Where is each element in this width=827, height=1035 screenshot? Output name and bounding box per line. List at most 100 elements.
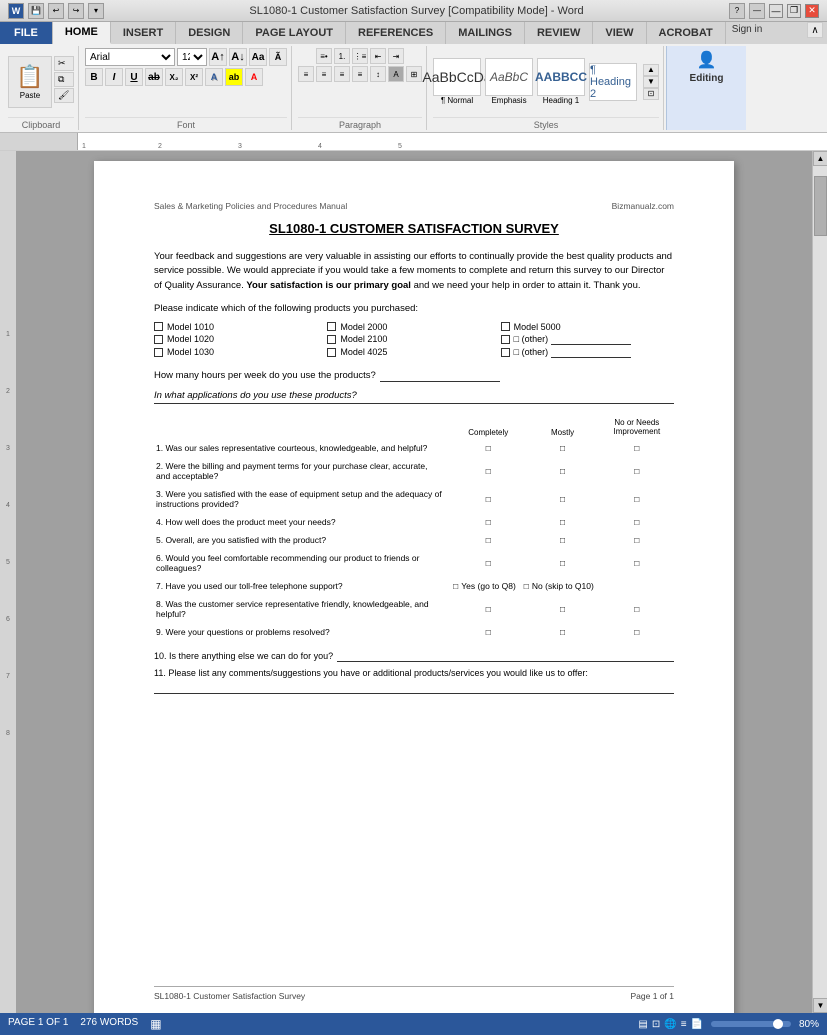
tab-page-layout[interactable]: PAGE LAYOUT [243, 22, 346, 44]
tab-references[interactable]: REFERENCES [346, 22, 446, 44]
change-case-button[interactable]: Aa [249, 48, 267, 66]
undo-icon[interactable]: ↩ [48, 3, 64, 19]
paste-button[interactable]: 📋 Paste [8, 56, 52, 108]
grow-font-button[interactable]: A↑ [209, 48, 227, 66]
q1-no[interactable]: □ [600, 439, 674, 457]
restore-button[interactable]: ❐ [787, 4, 801, 18]
bullets-button[interactable]: ≡• [316, 48, 332, 64]
shading-button[interactable]: A [388, 66, 404, 82]
print-layout-button[interactable]: ▤ [638, 1019, 647, 1030]
q3-no[interactable]: □ [600, 485, 674, 513]
q10-field[interactable] [337, 651, 674, 662]
style-emphasis[interactable]: AaBbC Emphasis [485, 58, 533, 105]
q5-mostly[interactable]: □ [525, 531, 599, 549]
subscript-button[interactable]: X₂ [165, 68, 183, 86]
web-layout-button[interactable]: 🌐 [664, 1019, 676, 1030]
q7-yes-checkbox[interactable]: □ [453, 581, 458, 591]
product-1030-checkbox[interactable] [154, 348, 163, 357]
q3-mostly[interactable]: □ [525, 485, 599, 513]
clear-formatting-button[interactable]: Ã [269, 48, 287, 66]
document[interactable]: Sales & Marketing Policies and Procedure… [94, 161, 734, 1013]
q2-no[interactable]: □ [600, 457, 674, 485]
shrink-font-button[interactable]: A↓ [229, 48, 247, 66]
styles-up-button[interactable]: ▲ [643, 64, 659, 76]
q2-mostly[interactable]: □ [525, 457, 599, 485]
q1-mostly[interactable]: □ [525, 439, 599, 457]
zoom-slider[interactable] [711, 1021, 791, 1027]
tab-design[interactable]: DESIGN [176, 22, 243, 44]
ribbon-collapse-button[interactable]: ∧ [807, 22, 823, 38]
zoom-thumb[interactable] [773, 1019, 783, 1029]
tab-file[interactable]: FILE [0, 22, 53, 44]
q9-mostly[interactable]: □ [525, 623, 599, 641]
q7-no-checkbox[interactable]: □ [524, 581, 529, 591]
superscript-button[interactable]: X² [185, 68, 203, 86]
redo-icon[interactable]: ↪ [68, 3, 84, 19]
q7-no[interactable]: □ No (skip to Q10) [524, 581, 594, 591]
q5-completely[interactable]: □ [451, 531, 525, 549]
q9-no[interactable]: □ [600, 623, 674, 641]
line-spacing-button[interactable]: ↕ [370, 66, 386, 82]
scroll-track[interactable] [813, 166, 827, 998]
q9-completely[interactable]: □ [451, 623, 525, 641]
product-4025-checkbox[interactable] [327, 348, 336, 357]
style-heading2[interactable]: ¶ Heading 2 [589, 63, 637, 101]
product-5000-checkbox[interactable] [501, 322, 510, 331]
scroll-thumb[interactable] [814, 176, 827, 236]
product-1010-checkbox[interactable] [154, 322, 163, 331]
close-button[interactable]: ✕ [805, 4, 819, 18]
cut-button[interactable]: ✂ [54, 56, 74, 71]
product-2000-checkbox[interactable] [327, 322, 336, 331]
styles-more-button[interactable]: ⊡ [643, 88, 659, 100]
numbering-button[interactable]: 1. [334, 48, 350, 64]
align-right-button[interactable]: ≡ [334, 66, 350, 82]
full-screen-button[interactable]: ⊡ [652, 1019, 660, 1030]
copy-button[interactable]: ⧉ [54, 72, 74, 87]
q11-field[interactable] [154, 680, 674, 694]
q4-no[interactable]: □ [600, 513, 674, 531]
text-effects-button[interactable]: A [205, 68, 223, 86]
font-size-select[interactable]: 12 [177, 48, 207, 66]
tab-insert[interactable]: INSERT [111, 22, 176, 44]
borders-button[interactable]: ⊞ [406, 66, 422, 82]
product-1020-checkbox[interactable] [154, 335, 163, 344]
tab-home[interactable]: HOME [53, 22, 111, 44]
q8-completely[interactable]: □ [451, 595, 525, 623]
product-2100-checkbox[interactable] [327, 335, 336, 344]
q8-no[interactable]: □ [600, 595, 674, 623]
format-painter-button[interactable]: 🖌 [54, 88, 74, 103]
tab-view[interactable]: VIEW [593, 22, 646, 44]
tab-mailings[interactable]: MAILINGS [446, 22, 525, 44]
customize-qat-icon[interactable]: ▾ [88, 3, 104, 19]
tab-review[interactable]: REVIEW [525, 22, 593, 44]
q6-no[interactable]: □ [600, 549, 674, 577]
scroll-down-button[interactable]: ▼ [813, 998, 827, 1013]
sign-in-button[interactable]: Sign in [726, 22, 769, 44]
scroll-up-button[interactable]: ▲ [813, 151, 827, 166]
decrease-indent-button[interactable]: ⇤ [370, 48, 386, 64]
ribbon-display-button[interactable]: — [749, 3, 765, 19]
q8-mostly[interactable]: □ [525, 595, 599, 623]
product-other1-checkbox[interactable] [501, 335, 510, 344]
align-left-button[interactable]: ≡ [298, 66, 314, 82]
font-family-select[interactable]: Arial [85, 48, 175, 66]
tab-acrobat[interactable]: ACROBAT [647, 22, 726, 44]
q7-yes[interactable]: □ Yes (go to Q8) [453, 581, 516, 591]
multilevel-list-button[interactable]: ⋮≡ [352, 48, 368, 64]
underline-button[interactable]: U [125, 68, 143, 86]
product-other2-checkbox[interactable] [501, 348, 510, 357]
minimize-button[interactable]: — [769, 4, 783, 18]
q5-no[interactable]: □ [600, 531, 674, 549]
q4-completely[interactable]: □ [451, 513, 525, 531]
outline-button[interactable]: ≡ [681, 1019, 687, 1030]
q3-completely[interactable]: □ [451, 485, 525, 513]
q4-mostly[interactable]: □ [525, 513, 599, 531]
italic-button[interactable]: I [105, 68, 123, 86]
justify-button[interactable]: ≡ [352, 66, 368, 82]
q1-completely[interactable]: □ [451, 439, 525, 457]
style-heading1[interactable]: AABBCC Heading 1 [537, 58, 585, 105]
text-highlight-button[interactable]: ab [225, 68, 243, 86]
align-center-button[interactable]: ≡ [316, 66, 332, 82]
style-default[interactable]: AaBbCcDa ¶ Normal [433, 58, 481, 105]
styles-down-button[interactable]: ▼ [643, 76, 659, 88]
